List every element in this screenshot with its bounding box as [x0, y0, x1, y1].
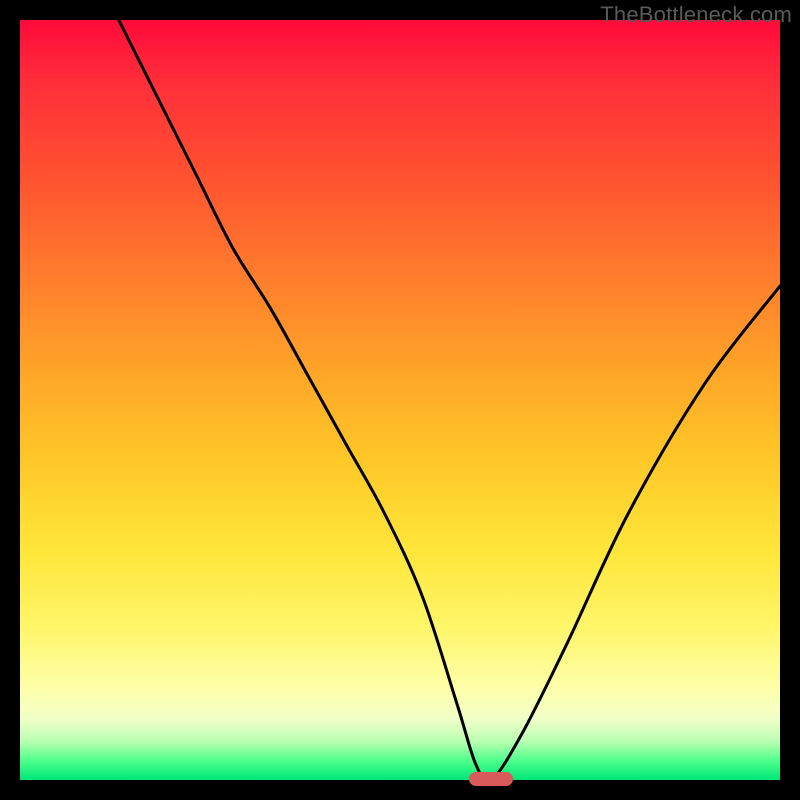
chart-frame: TheBottleneck.com — [0, 0, 800, 800]
plot-area — [20, 20, 780, 780]
curve-svg — [20, 20, 780, 780]
minimum-marker — [469, 772, 513, 786]
curve-path — [119, 20, 780, 780]
watermark-text: TheBottleneck.com — [600, 2, 792, 28]
